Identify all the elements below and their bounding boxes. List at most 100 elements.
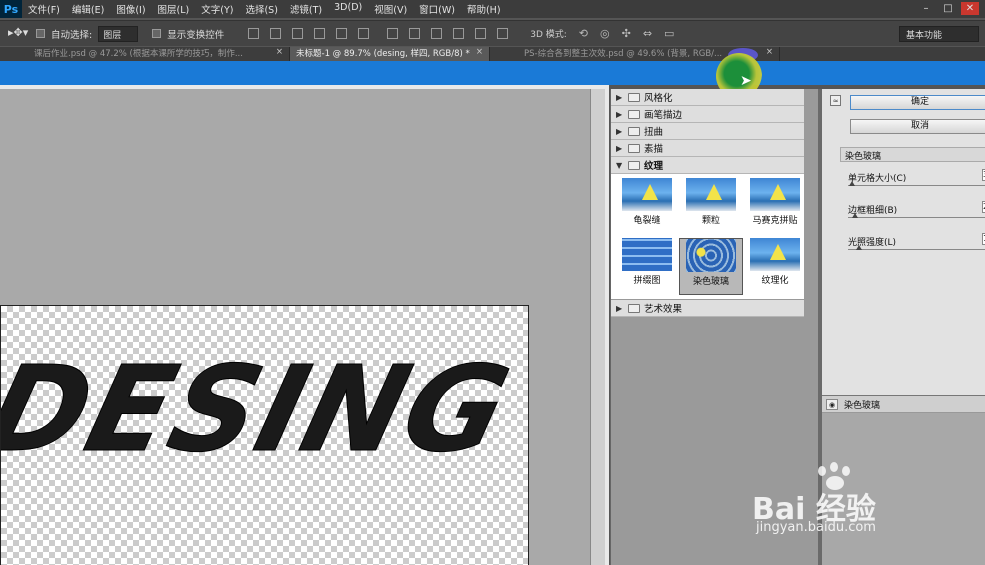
close-tab-icon[interactable]: ×: [276, 47, 283, 61]
document-tab-0[interactable]: 课后作业.psd @ 47.2% (根据本课所学的技巧，制作... ×: [0, 47, 290, 61]
auto-select-dropdown[interactable]: 图层: [98, 25, 139, 42]
close-tab-icon[interactable]: ×: [476, 47, 483, 61]
filter-category[interactable]: ▶ 画笔描边: [611, 106, 804, 123]
drag-3d-icon[interactable]: ✣: [622, 27, 631, 40]
rotate-3d-icon[interactable]: ⟲: [579, 27, 588, 40]
roll-3d-icon[interactable]: ◎: [600, 27, 610, 40]
menu-item-1[interactable]: 编辑(E): [66, 2, 110, 16]
preview-area[interactable]: DESING: [0, 85, 609, 565]
slider-handle[interactable]: [856, 245, 863, 250]
distribute-hcenter-icon[interactable]: [475, 28, 487, 39]
sailboat-icon: [706, 184, 722, 200]
slider-track[interactable]: [848, 217, 985, 218]
align-left-icon[interactable]: [314, 28, 326, 39]
menu-item-0[interactable]: 文件(F): [22, 2, 66, 16]
menu-item-5[interactable]: 选择(S): [239, 2, 283, 16]
filter-category[interactable]: ▶ 风格化: [611, 89, 804, 106]
folder-icon: [628, 126, 640, 136]
preview-canvas[interactable]: DESING: [0, 305, 529, 565]
filter-category[interactable]: ▼ 纹理: [611, 157, 804, 174]
align-bottom-icon[interactable]: [292, 28, 304, 39]
menu-item-7[interactable]: 3D(D): [328, 2, 368, 16]
filter-thumbnail[interactable]: 纹理化: [743, 237, 807, 296]
triangle-right-icon[interactable]: ▶: [616, 144, 624, 153]
triangle-right-icon[interactable]: ▶: [616, 110, 624, 119]
workspace-dropdown[interactable]: 基本功能: [899, 26, 979, 42]
preview-scrollbar[interactable]: [590, 89, 605, 565]
sailboat-icon: [770, 243, 786, 260]
slider-handle[interactable]: [849, 181, 856, 186]
auto-select-label: 自动选择:: [51, 29, 93, 41]
options-bar: ▸✥▾ 自动选择: 图层 显示变换控件 3D 模式: ⟲ ◎ ✣ ⇔ ▭ 基本功…: [0, 20, 985, 46]
slider-track[interactable]: [848, 185, 985, 186]
filter-thumbnail[interactable]: 染色玻璃: [679, 237, 743, 295]
auto-select-checkbox[interactable]: [36, 29, 45, 38]
folder-icon: [628, 160, 640, 170]
filter-type-dropdown[interactable]: 染色玻璃: [840, 147, 985, 162]
effect-layer-row[interactable]: ◉ 染色玻璃: [822, 396, 985, 413]
sailboat-icon: [642, 184, 658, 200]
minimize-button[interactable]: –: [917, 2, 935, 15]
slider-track[interactable]: [848, 249, 985, 250]
triangle-right-icon[interactable]: ▶: [616, 93, 624, 102]
document-tab-1[interactable]: 未标题-1 @ 89.7% (desing, 样四, RGB/8) * ×: [290, 47, 490, 61]
menu-item-10[interactable]: 帮助(H): [461, 2, 507, 16]
filter-thumbnail[interactable]: 马赛克拼贴: [743, 178, 807, 234]
distribute-left-icon[interactable]: [453, 28, 465, 39]
close-tab-icon[interactable]: ×: [766, 47, 773, 61]
distribute-top-icon[interactable]: [387, 28, 399, 39]
sailboat-icon: [770, 184, 786, 200]
menu-item-2[interactable]: 图像(I): [110, 2, 151, 16]
filter-thumbnail-label: 纹理化: [761, 275, 789, 286]
menu-item-9[interactable]: 窗口(W): [413, 2, 461, 16]
watermark-url: jingyan.baidu.com: [756, 520, 876, 535]
menu-item-4[interactable]: 文字(Y): [195, 2, 239, 16]
document-tab-label: 课后作业.psd @ 47.2% (根据本课所学的技巧，制作...: [34, 49, 243, 59]
menu-item-3[interactable]: 图层(L): [152, 2, 196, 16]
move-tool-icon[interactable]: ▸✥▾: [8, 26, 30, 42]
filter-category-label: 风格化: [644, 93, 673, 104]
maximize-button[interactable]: □: [939, 2, 957, 15]
align-top-icon[interactable]: [248, 28, 260, 39]
show-transform-checkbox[interactable]: [152, 29, 162, 38]
distribute-vcenter-icon[interactable]: [409, 28, 421, 39]
triangle-down-icon[interactable]: ▼: [616, 161, 624, 170]
slider-handle[interactable]: [852, 213, 858, 218]
eye-icon[interactable]: ◉: [826, 398, 838, 410]
filter-thumbnail-label: 马赛克拼贴: [752, 216, 798, 226]
filter-preview-image: [622, 178, 672, 211]
filter-thumbnail-label: 颗粒: [701, 216, 720, 226]
menu-item-6[interactable]: 滤镜(T): [284, 2, 328, 16]
close-button[interactable]: ✕: [961, 2, 979, 15]
menu-item-8[interactable]: 视图(V): [368, 2, 413, 16]
scale-3d-icon[interactable]: ▭: [664, 27, 674, 40]
align-vcenter-icon[interactable]: [270, 28, 282, 39]
distribute-bottom-icon[interactable]: [431, 28, 443, 39]
filter-thumbnail-label: 染色玻璃: [692, 276, 729, 287]
filter-category[interactable]: ▶ 艺术效果: [611, 300, 804, 317]
menu-bar: Ps 文件(F) 编辑(E) 图像(I) 图层(L) 文字(Y) 选择(S) 滤镜(T) 3D…: [0, 0, 985, 18]
triangle-right-icon[interactable]: ▶: [616, 127, 624, 136]
mouse-cursor-icon: ➤: [740, 73, 752, 89]
collapse-gallery-button[interactable]: ≈: [830, 95, 841, 106]
document-tab-label: 未标题-1 @ 89.7% (desing, 样四, RGB/8) *: [296, 49, 470, 59]
folder-icon: [628, 143, 640, 153]
ok-button[interactable]: 确定: [850, 95, 985, 110]
filter-thumbnail-label: 龟裂缝: [633, 216, 661, 226]
align-right-icon[interactable]: [358, 28, 370, 39]
triangle-right-icon[interactable]: ▶: [616, 304, 624, 313]
slide-3d-icon[interactable]: ⇔: [643, 27, 652, 40]
mode-3d-label: 3D 模式:: [530, 30, 567, 40]
filter-category[interactable]: ▶ 素描: [611, 140, 804, 157]
distribute-right-icon[interactable]: [497, 28, 509, 39]
effect-layer-label: 染色玻璃: [844, 400, 881, 411]
cancel-button[interactable]: 取消: [850, 119, 985, 134]
align-hcenter-icon[interactable]: [336, 28, 348, 39]
filter-thumbnail[interactable]: 拼缀图: [615, 237, 679, 296]
document-tab-label: PS-综合各到整主次效.psd @ 49.6% (背景, RGB/...: [524, 49, 723, 59]
filter-thumbnail[interactable]: 颗粒: [679, 178, 743, 234]
filter-category[interactable]: ▶ 扭曲: [611, 123, 804, 140]
filter-category-label: 纹理: [644, 161, 664, 172]
texture-thumbnails: 龟裂缝 颗粒 马赛克拼贴拼缀图 染色玻璃 纹理化: [611, 174, 804, 300]
filter-thumbnail[interactable]: 龟裂缝: [615, 178, 679, 234]
